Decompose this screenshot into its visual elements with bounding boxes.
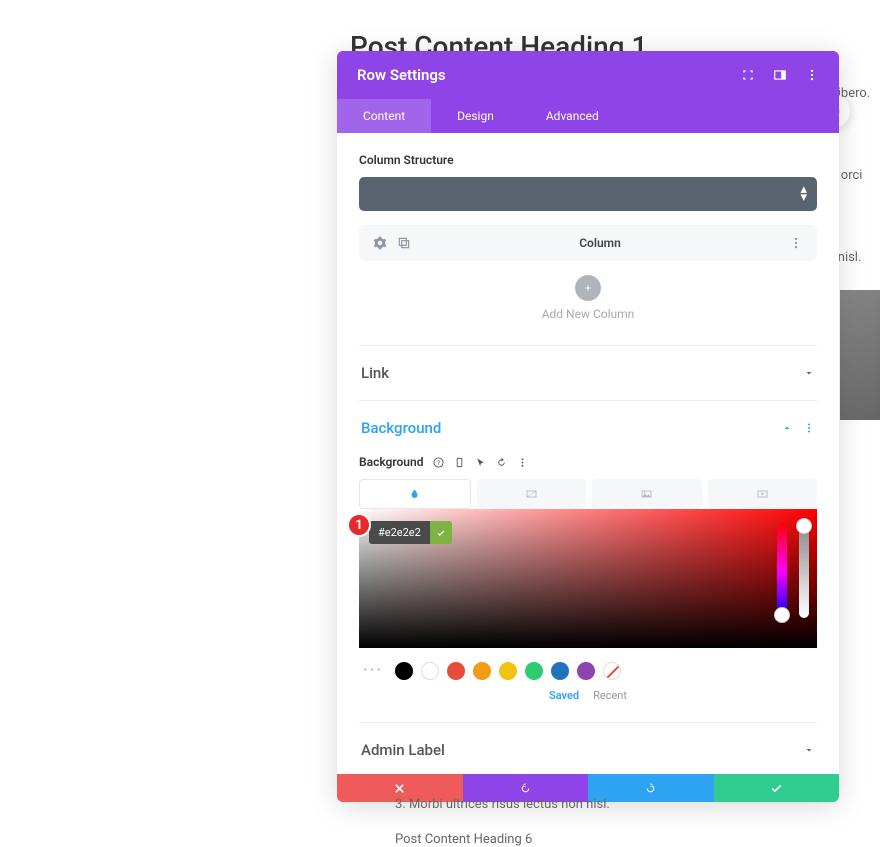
swatch-purple[interactable]: [577, 662, 595, 680]
background-sub-label: Background: [359, 455, 423, 469]
hex-value[interactable]: #e2e2e2: [369, 521, 430, 544]
swatch-tab-saved[interactable]: Saved: [549, 689, 579, 702]
tablet-icon[interactable]: [454, 457, 465, 468]
swatch-red[interactable]: [447, 662, 465, 680]
hue-handle[interactable]: [774, 607, 790, 623]
modal-body: Column Structure ▴▾ Column Add New Colum…: [337, 133, 839, 774]
hex-input-group: #e2e2e2: [369, 521, 452, 544]
tab-advanced[interactable]: Advanced: [520, 99, 625, 133]
chevron-down-icon: [803, 744, 815, 756]
swatch-blue[interactable]: [551, 662, 569, 680]
swatch-black[interactable]: [395, 662, 413, 680]
duplicate-icon[interactable]: [397, 236, 411, 250]
section-background[interactable]: Background: [359, 400, 817, 455]
section-link-title: Link: [361, 364, 389, 382]
tabs: Content Design Advanced: [337, 99, 839, 133]
add-column: Add New Column: [359, 275, 817, 321]
swatch-more-icon[interactable]: ···: [359, 660, 387, 681]
panel-icon[interactable]: [773, 68, 787, 82]
bg-tab-color[interactable]: [359, 479, 471, 509]
chevron-down-icon: [803, 367, 815, 379]
section-more-icon[interactable]: [803, 422, 815, 434]
help-icon[interactable]: ?: [433, 457, 444, 468]
swatch-green[interactable]: [525, 662, 543, 680]
hue-slider[interactable]: [777, 523, 787, 618]
tab-content[interactable]: Content: [337, 99, 431, 133]
swatches-row: ···: [359, 660, 817, 681]
section-link[interactable]: Link: [359, 345, 817, 400]
header-icons: [741, 68, 819, 82]
column-structure-selector[interactable]: ▴▾: [359, 177, 817, 211]
column-more-icon[interactable]: [789, 236, 803, 250]
bg-list-text: 3. Morbi ultrices risus lectus non nisl.: [395, 797, 610, 812]
hover-icon[interactable]: [475, 457, 486, 468]
bg-list-line: 3. Morbi ultrices risus lectus non nisl.…: [395, 797, 610, 847]
tab-design[interactable]: Design: [431, 99, 520, 133]
reset-icon[interactable]: [496, 457, 507, 468]
alpha-slider[interactable]: [799, 523, 809, 618]
section-admin-label-title: Admin Label: [361, 741, 445, 759]
swatch-orange[interactable]: [473, 662, 491, 680]
modal-header: Row Settings: [337, 51, 839, 99]
hex-confirm-button[interactable]: [430, 521, 452, 544]
more-icon[interactable]: [517, 457, 528, 468]
swatch-tab-recent[interactable]: Recent: [593, 689, 627, 702]
expand-icon[interactable]: [741, 68, 755, 82]
more-icon[interactable]: [805, 68, 819, 82]
alpha-handle[interactable]: [796, 518, 812, 534]
column-item[interactable]: Column: [359, 225, 817, 261]
swatch-yellow[interactable]: [499, 662, 517, 680]
callout-badge: 1: [347, 513, 371, 537]
swatch-white[interactable]: [421, 662, 439, 680]
stepper-icon: ▴▾: [800, 186, 807, 202]
section-admin-label[interactable]: Admin Label: [359, 722, 817, 774]
background-type-tabs: [359, 479, 817, 509]
row-settings-modal: Row Settings Content Design Advanced Col…: [337, 51, 839, 802]
swatch-tabs: Saved Recent: [359, 689, 817, 702]
color-picker-area[interactable]: 1 #e2e2e2: [359, 509, 817, 648]
chevron-up-icon: [781, 422, 793, 434]
save-button[interactable]: [714, 774, 840, 802]
svg-text:?: ?: [437, 458, 440, 466]
column-label: Column: [579, 236, 621, 250]
column-structure-label: Column Structure: [359, 153, 817, 167]
bg-tab-video[interactable]: [708, 479, 818, 509]
bg-footer-heading: Post Content Heading 6: [395, 832, 610, 847]
bg-tab-gradient[interactable]: [477, 479, 587, 509]
add-column-text: Add New Column: [359, 307, 817, 321]
gear-icon[interactable]: [373, 236, 387, 250]
modal-title: Row Settings: [357, 66, 446, 84]
swatch-none[interactable]: [603, 662, 621, 680]
add-column-button[interactable]: [575, 275, 601, 301]
page-sidebar-decoration: [840, 290, 880, 420]
section-background-title: Background: [361, 419, 441, 437]
background-sub-row: Background ?: [359, 455, 817, 469]
bg-tab-image[interactable]: [592, 479, 702, 509]
